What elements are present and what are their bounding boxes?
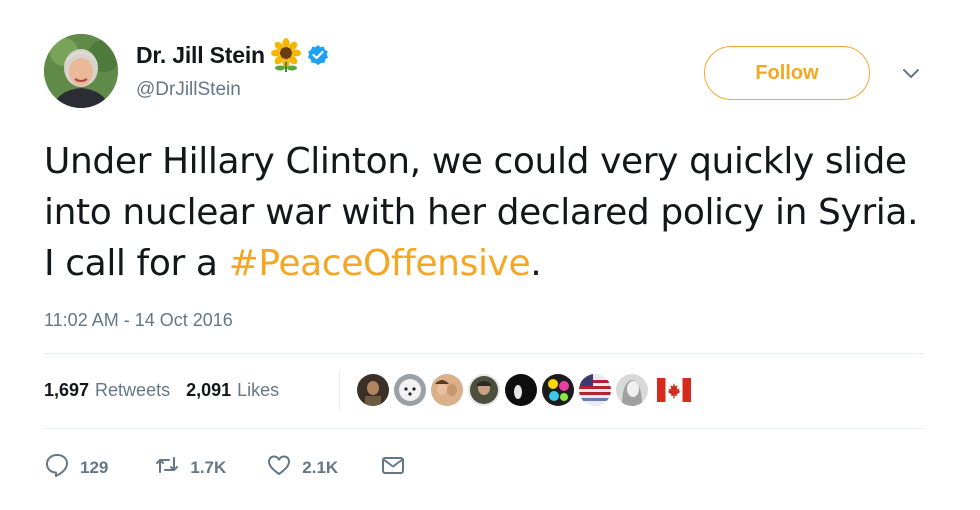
retweets-stat[interactable]: 1,697 Retweets [44,380,170,401]
liker-avatar-3[interactable] [429,372,465,408]
like-button[interactable]: 2.1K [266,452,338,483]
likes-stat[interactable]: 2,091 Likes [186,380,279,401]
hashtag-link[interactable]: #PeaceOffensive [229,243,531,284]
likes-label: Likes [237,380,280,400]
verified-badge-icon [307,44,329,66]
retweets-count: 1,697 [44,380,90,400]
heart-icon [266,452,292,483]
author-name-row: Dr. Jill Stein [136,38,329,72]
retweet-count: 1.7K [190,457,227,477]
liker-avatar-4[interactable] [466,372,502,408]
retweet-button[interactable]: 1.7K [154,452,226,483]
liker-avatar-1[interactable] [355,372,391,408]
retweets-label: Retweets [95,380,171,400]
liker-avatars [355,372,691,408]
canada-flag-icon[interactable] [657,378,691,402]
envelope-icon [380,452,406,483]
liker-avatar-2[interactable] [392,372,428,408]
follow-button[interactable]: Follow [704,46,870,100]
chevron-down-icon[interactable] [898,62,924,84]
reply-icon [44,452,70,483]
author-avatar[interactable] [44,34,118,108]
like-count: 2.1K [302,457,339,477]
liker-avatar-5[interactable] [503,372,539,408]
likes-count: 2,091 [186,380,232,400]
stats-separator [339,370,340,410]
author-handle[interactable]: @DrJillStein [136,79,241,101]
tweet-stats: 1,697 Retweets 2,091 Likes [44,380,279,401]
reply-button[interactable]: 129 [44,452,108,483]
direct-message-button[interactable] [380,452,406,483]
tweet-card: Dr. Jill Stein @DrJillStein Follow Under… [0,0,980,510]
tweet-timestamp[interactable]: 11:02 AM - 14 Oct 2016 [44,310,233,331]
reply-count: 129 [80,457,109,477]
liker-avatar-8[interactable] [614,372,650,408]
liker-avatar-7[interactable] [577,372,613,408]
retweet-icon [154,452,180,483]
divider [44,353,924,354]
liker-avatar-6[interactable] [540,372,576,408]
tweet-actions: 129 1.7K 2.1K [44,452,406,483]
author-display-name[interactable]: Dr. Jill Stein [136,42,265,69]
divider [44,428,924,429]
tweet-text-end: . [530,243,542,284]
sunflower-icon [269,38,303,72]
tweet-text: Under Hillary Clinton, we could very qui… [44,136,934,289]
